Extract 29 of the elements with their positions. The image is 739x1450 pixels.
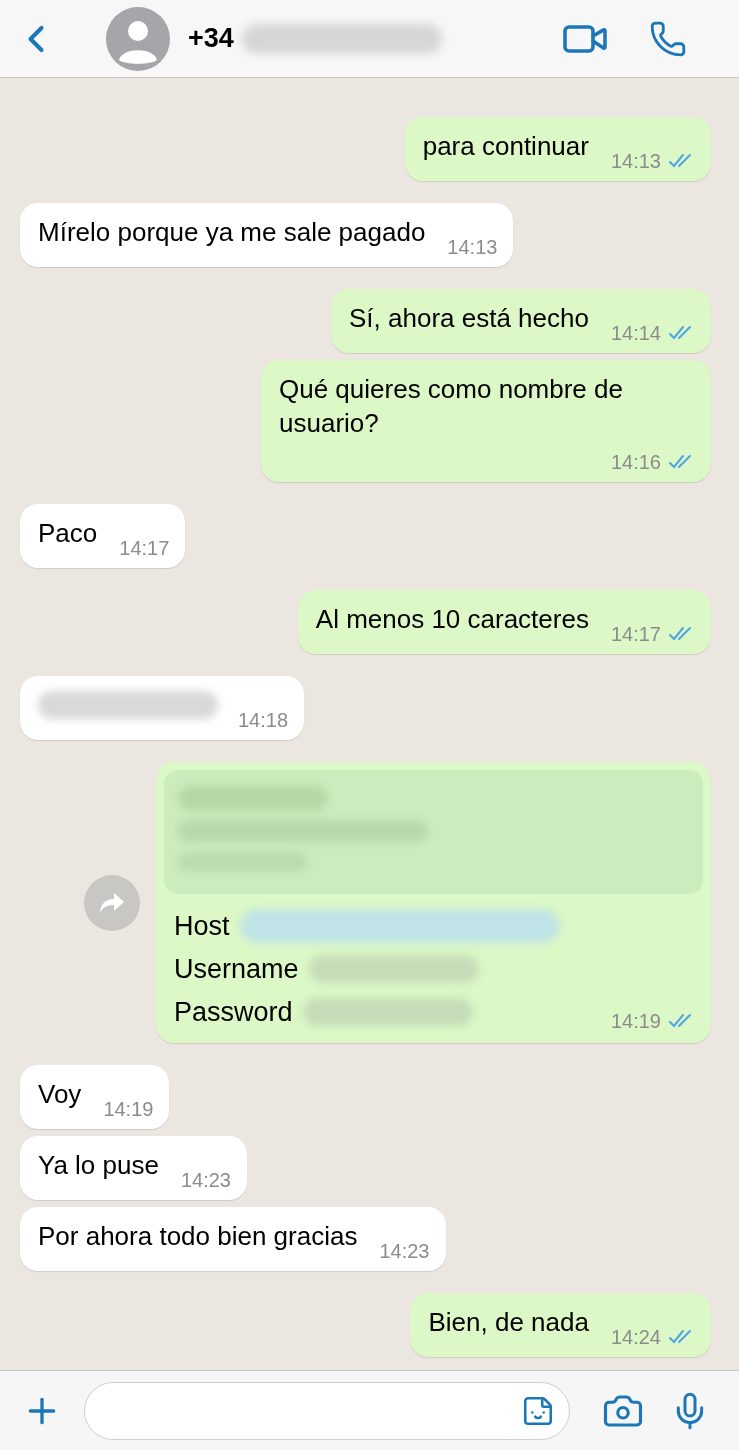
- message-time: 14:13: [610, 149, 661, 173]
- field-label: Password: [174, 995, 293, 1029]
- message-time: 14:18: [238, 708, 289, 732]
- message-text: Voy: [38, 1078, 82, 1111]
- message-text: Sí, ahora está hecho: [349, 302, 589, 335]
- message-time: 14:24: [610, 1325, 661, 1349]
- message-text: Bien, de nada: [428, 1306, 589, 1339]
- contact-name[interactable]: +34: [188, 18, 234, 59]
- message-time: 14:16: [610, 450, 661, 474]
- field-label: Username: [174, 952, 299, 986]
- message-time: 14:13: [447, 235, 498, 259]
- message-text: Mírelo porque ya me sale pagado: [38, 216, 426, 249]
- message-time: 14:19: [610, 1009, 661, 1033]
- message-text: Paco: [38, 517, 98, 550]
- message-text: para continuar: [422, 130, 589, 163]
- message-time: 14:17: [119, 536, 170, 560]
- message-time: 14:14: [610, 321, 661, 345]
- forward-arrow-icon: [99, 891, 125, 914]
- message-text: Al menos 10 caracteres: [315, 603, 589, 636]
- voice-call-icon[interactable]: [649, 19, 687, 58]
- message-time: 14:17: [610, 622, 661, 646]
- message-time: 14:19: [103, 1097, 154, 1121]
- message-text: Qué quieres como nombre de usuario?: [279, 373, 624, 440]
- field-label: Host: [174, 909, 230, 943]
- message-text: Ya lo puse: [38, 1149, 159, 1182]
- message-text: Por ahora todo bien gracias: [38, 1220, 358, 1253]
- message-time: 14:23: [180, 1168, 231, 1192]
- avatar[interactable]: [106, 6, 170, 71]
- message-time: 14:23: [379, 1239, 430, 1263]
